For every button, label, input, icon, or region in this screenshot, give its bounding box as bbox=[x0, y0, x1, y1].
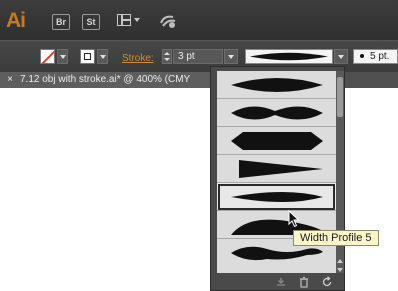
scroll-down-icon[interactable] bbox=[337, 268, 343, 272]
fill-dropdown[interactable] bbox=[57, 49, 68, 64]
bridge-button[interactable]: Br bbox=[52, 14, 70, 30]
reset-profiles-icon[interactable] bbox=[321, 276, 333, 288]
chevron-down-icon bbox=[100, 55, 106, 59]
fill-swatch[interactable] bbox=[40, 49, 55, 64]
width-profile-popup bbox=[210, 66, 345, 291]
stroke-weight-input[interactable]: 3 pt bbox=[173, 49, 223, 64]
width-profile-2[interactable] bbox=[217, 99, 336, 127]
application-bar: Ai Br St bbox=[0, 0, 398, 40]
chevron-down-icon bbox=[228, 55, 234, 59]
profile-tooltip: Width Profile 5 bbox=[293, 230, 379, 246]
profile-dropdown[interactable] bbox=[334, 49, 348, 64]
variable-width-profile-selector[interactable] bbox=[245, 49, 333, 64]
document-title: 7.12 obj with stroke.ai* @ 400% (CMY bbox=[20, 74, 191, 85]
arrange-documents-icon[interactable] bbox=[117, 14, 131, 26]
profile-shape-uniform bbox=[231, 78, 323, 92]
arrow-down-icon bbox=[164, 58, 170, 61]
chevron-down-icon bbox=[338, 55, 344, 59]
scrollbar-thumb[interactable] bbox=[337, 77, 343, 117]
width-profile-preview bbox=[250, 52, 328, 61]
profile-shape-width-5 bbox=[231, 192, 323, 202]
document-tab[interactable]: × 7.12 obj with stroke.ai* @ 400% (CMY bbox=[0, 72, 212, 88]
save-profile-icon[interactable] bbox=[275, 276, 287, 288]
width-profile-3[interactable] bbox=[217, 127, 336, 155]
delete-profile-icon[interactable] bbox=[298, 276, 310, 288]
arrow-up-icon bbox=[164, 52, 170, 55]
profile-shape-bulge bbox=[231, 132, 323, 150]
stroke-swatch[interactable] bbox=[80, 49, 95, 64]
stroke-label[interactable]: Stroke: bbox=[122, 53, 154, 64]
mouse-pointer-icon bbox=[288, 210, 300, 228]
brush-size-value: 5 pt. bbox=[370, 51, 390, 62]
close-icon[interactable]: × bbox=[4, 72, 16, 88]
width-profile-4[interactable] bbox=[217, 155, 336, 183]
sync-icon[interactable] bbox=[158, 13, 178, 29]
profile-shape-pinched bbox=[231, 106, 323, 120]
stroke-weight-stepper[interactable] bbox=[162, 49, 172, 64]
stroke-weight-dropdown[interactable] bbox=[224, 49, 238, 64]
illustrator-logo: Ai bbox=[6, 9, 26, 32]
dot-icon bbox=[360, 54, 364, 59]
popup-footer bbox=[211, 273, 344, 291]
width-profile-5[interactable] bbox=[217, 183, 336, 211]
chevron-down-icon bbox=[60, 55, 66, 59]
stroke-dropdown[interactable] bbox=[97, 49, 108, 64]
brush-definition-field[interactable]: 5 pt. bbox=[353, 49, 398, 64]
stock-button[interactable]: St bbox=[82, 14, 100, 30]
scroll-up-icon[interactable] bbox=[337, 259, 343, 263]
chevron-down-icon[interactable] bbox=[134, 18, 140, 22]
width-profile-1[interactable] bbox=[217, 71, 336, 99]
profile-shape-taper bbox=[239, 160, 323, 178]
